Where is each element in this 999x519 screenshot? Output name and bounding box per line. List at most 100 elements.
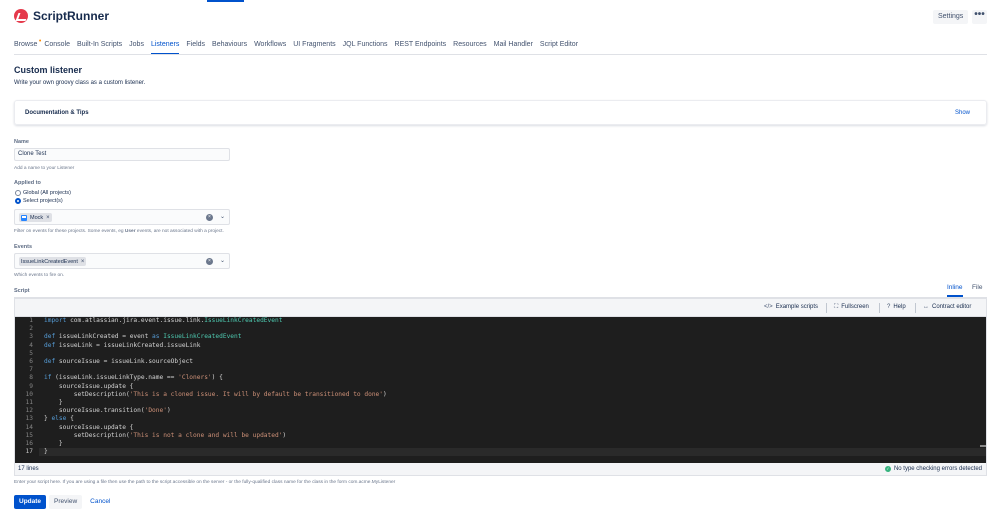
nav-item-rest-endpoints[interactable]: REST Endpoints bbox=[395, 40, 447, 54]
line-number: 17 bbox=[25, 448, 33, 456]
project-avatar-icon bbox=[21, 214, 27, 221]
code-line: if (issueLink.issueLinkType.name == 'Clo… bbox=[44, 374, 223, 382]
applied-to-hint: Filter on events for these projects. Som… bbox=[14, 229, 224, 234]
check-circle-icon: ✓ bbox=[884, 466, 891, 472]
code-line: } bbox=[44, 440, 63, 447]
project-select[interactable]: Mock × × ⌄ bbox=[14, 209, 230, 225]
line-number: 15 bbox=[25, 431, 33, 439]
code-line: import com.atlassian.jira.event.issue.li… bbox=[44, 317, 283, 324]
example-scripts-button[interactable]: </> Example scripts bbox=[764, 302, 818, 313]
nav-item-workflows[interactable]: Workflows bbox=[254, 40, 286, 54]
name-label: Name bbox=[14, 139, 29, 145]
nav-item-resources[interactable]: Resources bbox=[453, 40, 486, 54]
update-button[interactable]: Update bbox=[14, 495, 47, 509]
radio-button-checked[interactable] bbox=[15, 198, 21, 204]
settings-button[interactable]: Settings bbox=[933, 10, 969, 24]
app-logo[interactable]: ScriptRunner bbox=[14, 9, 109, 23]
nav-item-built-in-scripts[interactable]: Built-In Scripts bbox=[77, 40, 122, 54]
nav-item-behaviours[interactable]: Behaviours bbox=[212, 40, 247, 54]
line-number-gutter: 1 2 3 4 5 6 7 8 9 10 11 12 13 14 15 16 1… bbox=[15, 317, 39, 463]
top-progress-line bbox=[207, 0, 244, 2]
tab-inline[interactable]: Inline bbox=[947, 284, 963, 297]
page-title: Custom listener bbox=[14, 65, 83, 75]
line-number: 2 bbox=[29, 325, 33, 333]
code-line: } else { bbox=[44, 415, 74, 423]
line-number: 5 bbox=[29, 349, 33, 357]
radio-button[interactable] bbox=[15, 190, 21, 196]
code-line: sourceIssue.transition('Done') bbox=[44, 407, 171, 415]
tab-file[interactable]: File bbox=[972, 284, 982, 291]
line-number: 11 bbox=[25, 399, 33, 406]
clear-icon[interactable]: × bbox=[206, 214, 213, 221]
chevron-down-icon[interactable]: ⌄ bbox=[220, 213, 225, 220]
events-hint: Which events to fire on. bbox=[14, 273, 65, 278]
radio-global[interactable]: Global (All projects) bbox=[15, 190, 71, 196]
events-label: Events bbox=[14, 244, 33, 250]
chevron-down-icon[interactable]: ⌄ bbox=[220, 257, 225, 264]
form-actions: Update Preview Cancel bbox=[14, 495, 115, 509]
code-line: setDescription('This is a cloned issue. … bbox=[44, 390, 387, 398]
cancel-button[interactable]: Cancel bbox=[85, 495, 115, 509]
nav-item-fields[interactable]: Fields bbox=[186, 40, 205, 54]
name-input[interactable]: Clone Test bbox=[14, 148, 230, 161]
line-number: 7 bbox=[29, 366, 33, 374]
script-editor: </> Example scripts ⛶ Fullscreen ? Help ↔ Co… bbox=[14, 298, 987, 476]
line-number: 16 bbox=[25, 440, 33, 447]
page-description: Write your own groovy class as a custom … bbox=[14, 80, 146, 86]
script-hint: Enter your script here. If you are using… bbox=[14, 480, 396, 485]
nav-item-script-editor[interactable]: Script Editor bbox=[540, 40, 578, 54]
top-bar: ScriptRunner Settings ••• bbox=[0, 0, 999, 35]
remove-chip-icon[interactable]: × bbox=[46, 215, 50, 221]
documentation-show-link[interactable]: Show bbox=[955, 110, 970, 116]
help-icon: ? bbox=[887, 304, 891, 310]
nav-item-mail-handler[interactable]: Mail Handler bbox=[494, 40, 533, 54]
code-line: setDescription('This is not a clone and … bbox=[44, 431, 287, 439]
app-name: ScriptRunner bbox=[33, 9, 110, 23]
event-chip: IssueLinkCreatedEvent × bbox=[19, 257, 87, 266]
fullscreen-icon: ⛶ bbox=[834, 304, 839, 310]
code-line: def sourceIssue = issueLink.sourceObject bbox=[44, 358, 194, 365]
contract-icon: ↔ bbox=[923, 304, 929, 310]
preview-button[interactable]: Preview bbox=[49, 495, 83, 509]
current-line-highlight bbox=[15, 448, 986, 457]
toolbar-separator bbox=[879, 303, 880, 313]
nav-item-listeners[interactable]: Listeners bbox=[150, 40, 180, 55]
editor-statusbar: 17 lines ✓ No type checking errors detec… bbox=[15, 463, 986, 475]
clear-icon[interactable]: × bbox=[206, 258, 213, 265]
line-number: 4 bbox=[29, 341, 33, 349]
documentation-title: Documentation & Tips bbox=[25, 110, 89, 116]
line-number: 3 bbox=[29, 333, 33, 341]
events-select[interactable]: IssueLinkCreatedEvent × × ⌄ bbox=[14, 253, 230, 269]
line-number: 6 bbox=[29, 358, 33, 365]
nav-item-jql-functions[interactable]: JQL Functions bbox=[343, 40, 388, 54]
fullscreen-button[interactable]: ⛶ Fullscreen bbox=[834, 302, 869, 313]
code-line: def issueLinkCreated = event as IssueLin… bbox=[44, 333, 242, 341]
documentation-panel: Documentation & Tips Show bbox=[14, 100, 987, 125]
radio-select-projects[interactable]: Select project(s) bbox=[15, 198, 63, 204]
code-line: sourceIssue.update { bbox=[44, 382, 134, 390]
code-area[interactable]: 1 2 3 4 5 6 7 8 9 10 11 12 13 14 15 16 1… bbox=[15, 317, 986, 463]
line-count: 17 lines bbox=[18, 466, 39, 472]
line-number: 10 bbox=[25, 390, 33, 398]
applied-to-label: Applied to bbox=[14, 180, 41, 186]
nav-item-jobs[interactable]: Jobs bbox=[129, 40, 144, 54]
nav-item-browse[interactable]: Browse • bbox=[14, 38, 41, 54]
code-line: sourceIssue.update { bbox=[44, 423, 134, 431]
remove-chip-icon[interactable]: × bbox=[81, 259, 85, 265]
type-check-status: ✓ No type checking errors detected bbox=[884, 466, 982, 472]
contract-editor-button[interactable]: ↔ Contract editor bbox=[923, 302, 971, 313]
project-chip: Mock × bbox=[19, 213, 52, 222]
code-line: } bbox=[44, 448, 48, 456]
toolbar-separator bbox=[826, 303, 827, 313]
code-icon: </> bbox=[764, 304, 773, 310]
line-number: 13 bbox=[25, 415, 33, 423]
nav-item-console[interactable]: Console bbox=[44, 40, 70, 54]
line-number: 12 bbox=[25, 407, 33, 415]
editor-toolbar: </> Example scripts ⛶ Fullscreen ? Help ↔ Co… bbox=[15, 299, 986, 317]
help-button[interactable]: ? Help bbox=[887, 302, 906, 313]
line-number: 8 bbox=[29, 374, 33, 382]
code-line: } bbox=[44, 399, 63, 406]
more-options-button[interactable]: ••• bbox=[972, 10, 987, 24]
nav-item-ui-fragments[interactable]: UI Fragments bbox=[293, 40, 335, 54]
name-hint: Add a name to your Listener bbox=[14, 166, 75, 171]
